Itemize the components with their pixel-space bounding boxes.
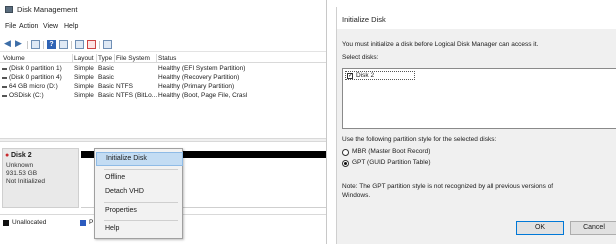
show-hide-tree-icon[interactable] <box>31 40 40 49</box>
column-divider <box>96 54 97 63</box>
column-volume[interactable]: Volume <box>3 55 25 62</box>
radio-mbr[interactable] <box>342 149 349 156</box>
menu-separator <box>104 169 178 170</box>
menu-action[interactable]: Action <box>19 23 38 30</box>
menu-item-properties[interactable]: Properties <box>96 204 183 218</box>
dialog-intro-text: You must initialize a disk before Logica… <box>342 41 539 48</box>
select-disks-label: Select disks: <box>342 54 379 61</box>
list-item[interactable]: ✓ Disk 2 <box>345 71 415 80</box>
menu-view[interactable]: View <box>43 23 58 30</box>
connect-icon[interactable] <box>75 40 84 49</box>
menu-item-help[interactable]: Help <box>96 222 183 236</box>
disk-2-label-panel[interactable]: ● Disk 2 Unknown 931.53 GB Not Initializ… <box>2 148 79 208</box>
disk-checkbox-label: Disk 2 <box>356 72 375 79</box>
initialize-disk-dialog: Initialize Disk You must initialize a di… <box>336 7 616 244</box>
partition-style-label: Use the following partition style for th… <box>342 136 497 143</box>
volume-file-system: NTFS (BitLo... <box>116 92 158 99</box>
disk-kind: Unknown <box>6 162 34 169</box>
menu-bar: File Action View Help <box>0 22 326 34</box>
disk-list[interactable]: ✓ Disk 2 <box>342 68 616 129</box>
column-file-system[interactable]: File System <box>116 55 150 62</box>
disk-management-window: Disk Management File Action View Help ◀ … <box>0 0 327 244</box>
radio-gpt-label[interactable]: GPT (GUID Partition Table) <box>352 159 431 166</box>
cancel-button[interactable]: Cancel <box>570 221 616 235</box>
table-row[interactable]: (Disk 0 partition 4) Simple Basic Health… <box>0 74 326 83</box>
volume-type: Basic <box>98 92 114 99</box>
volume-type: Basic <box>98 83 114 90</box>
volume-layout: Simple <box>74 65 94 72</box>
table-row[interactable]: 64 GB micro (D:) Simple Basic NTFS Healt… <box>0 83 326 92</box>
table-row[interactable]: OSDisk (C:) Simple Basic NTFS (BitLo... … <box>0 92 326 101</box>
window-title: Disk Management <box>17 5 78 14</box>
column-type[interactable]: Type <box>98 55 112 62</box>
gpt-note-line-2: Windows. <box>342 192 371 199</box>
volume-layout: Simple <box>74 83 94 90</box>
disk-state: Not Initialized <box>6 178 46 185</box>
volume-status: Healthy (Primary Partition) <box>158 83 235 90</box>
volume-icon <box>2 68 7 70</box>
column-divider <box>72 54 73 63</box>
legend-primary: P <box>89 219 94 226</box>
radio-gpt[interactable] <box>342 160 349 167</box>
help-icon[interactable]: ? <box>47 40 56 49</box>
forward-arrow-icon[interactable]: ▶ <box>15 39 24 48</box>
column-status[interactable]: Status <box>158 55 176 62</box>
volume-layout: Simple <box>74 92 94 99</box>
menu-separator <box>104 220 178 221</box>
volume-file-system: NTFS <box>116 83 133 90</box>
primary-swatch <box>80 220 86 226</box>
volume-layout: Simple <box>74 74 94 81</box>
volume-status: Healthy (EFI System Partition) <box>158 65 246 72</box>
dialog-title: Initialize Disk <box>342 15 386 24</box>
back-arrow-icon[interactable]: ◀ <box>4 39 13 48</box>
toolbar-separator <box>99 41 100 49</box>
disk-name: Disk 2 <box>11 152 32 159</box>
view-icon[interactable] <box>103 40 112 49</box>
volume-type: Basic <box>98 74 114 81</box>
volume-name: (Disk 0 partition 1) <box>9 65 62 72</box>
menu-item-initialize-disk[interactable]: Initialize Disk <box>96 152 183 166</box>
menu-item-detach-vhd[interactable]: Detach VHD <box>96 185 183 199</box>
column-layout[interactable]: Layout <box>74 55 94 62</box>
table-row[interactable]: (Disk 0 partition 1) Simple Basic Health… <box>0 65 326 74</box>
volume-type: Basic <box>98 65 114 72</box>
disk-icon: ● <box>5 152 10 159</box>
menu-file[interactable]: File <box>5 23 16 30</box>
volume-name: 64 GB micro (D:) <box>9 83 58 90</box>
gpt-note-line-1: Note: The GPT partition style is not rec… <box>342 183 554 190</box>
column-divider <box>114 54 115 63</box>
column-divider <box>156 54 157 63</box>
unallocated-swatch <box>3 220 9 226</box>
pane-splitter[interactable] <box>0 138 326 142</box>
properties-icon[interactable] <box>59 40 68 49</box>
volume-name: (Disk 0 partition 4) <box>9 74 62 81</box>
volume-table-header: Volume Layout Type File System Status <box>0 54 326 63</box>
toolbar-separator <box>71 41 72 49</box>
window-title-bar: Disk Management <box>0 0 326 20</box>
toolbar-separator <box>27 41 28 49</box>
toolbar-separator <box>43 41 44 49</box>
volume-status: Healthy (Boot, Page File, Crasl <box>158 92 248 99</box>
radio-mbr-label[interactable]: MBR (Master Boot Record) <box>352 148 430 155</box>
volume-icon <box>2 86 7 88</box>
volume-status: Healthy (Recovery Partition) <box>158 74 240 81</box>
rescan-icon[interactable] <box>87 40 96 49</box>
radio-selected-dot <box>344 162 347 165</box>
menu-separator <box>104 202 178 203</box>
volume-name: OSDisk (C:) <box>9 92 44 99</box>
toolbar: ◀ ▶ ? <box>0 38 326 52</box>
checkbox-icon[interactable]: ✓ <box>347 73 353 79</box>
dialog-title-bar[interactable]: Initialize Disk <box>337 7 616 29</box>
menu-item-offline[interactable]: Offline <box>96 171 183 185</box>
disk-size: 931.53 GB <box>6 170 38 177</box>
volume-icon <box>2 77 7 79</box>
disk-management-icon <box>5 6 13 13</box>
ok-button[interactable]: OK <box>516 221 564 235</box>
context-menu: Initialize Disk Offline Detach VHD Prope… <box>94 148 183 239</box>
legend-unallocated: Unallocated <box>12 219 47 226</box>
menu-help[interactable]: Help <box>64 23 78 30</box>
volume-icon <box>2 95 7 97</box>
